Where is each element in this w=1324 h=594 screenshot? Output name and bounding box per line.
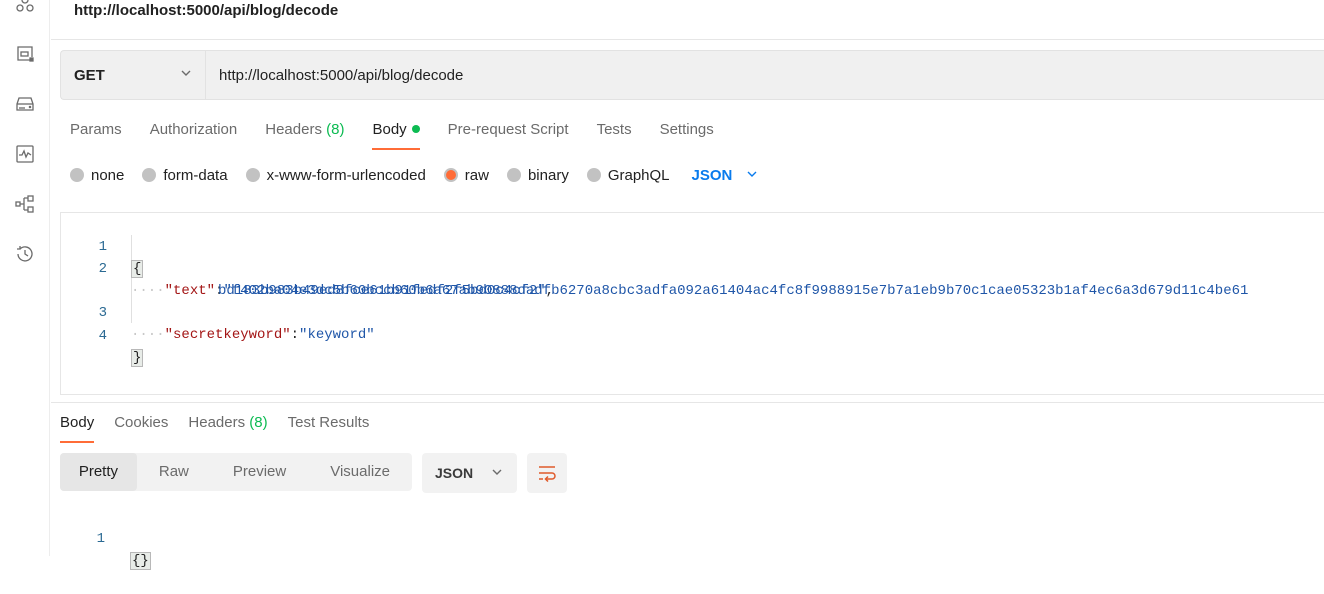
radio-circle[interactable] bbox=[70, 168, 84, 182]
json-value-secretkeyword: "keyword" bbox=[299, 327, 375, 343]
tab-label: Settings bbox=[659, 121, 714, 138]
radio-binary[interactable]: binary bbox=[506, 166, 569, 184]
view-preview-button[interactable]: Preview bbox=[211, 453, 308, 491]
indent-whitespace: ···· bbox=[131, 327, 165, 343]
code-line-2: 2 ····"text":"f402ba04e3dc5b60bccb60b6a6… bbox=[61, 236, 1249, 299]
radio-label: GraphQL bbox=[607, 166, 670, 184]
radio-label: none bbox=[91, 166, 125, 184]
response-tabs: Body Cookies Headers (8) Test Results bbox=[60, 411, 389, 443]
response-json-content: {} bbox=[130, 552, 151, 570]
url-bar: GET http://localhost:5000/api/blog/decod… bbox=[60, 50, 1324, 100]
environments-icon[interactable] bbox=[14, 43, 36, 65]
json-value-text-wrapped: bd183b983b49ed8fce61b91fedf2f5bd0c4cf2" bbox=[218, 283, 546, 299]
response-line-1: 1 {} bbox=[51, 506, 451, 570]
view-visualize-button[interactable]: Visualize bbox=[308, 453, 412, 491]
json-key-secretkeyword: "secretkeyword" bbox=[164, 327, 291, 343]
body-language-select[interactable]: JSON bbox=[692, 167, 759, 184]
request-body-editor[interactable]: 1 { 2 ····"text":"f402ba04e3dc5b60bccb60… bbox=[60, 212, 1324, 395]
body-indicator-dot bbox=[411, 125, 420, 133]
sidebar bbox=[0, 0, 50, 556]
tab-authorization[interactable]: Authorization bbox=[150, 118, 238, 150]
tab-label: Params bbox=[70, 121, 122, 138]
monitors-icon[interactable] bbox=[14, 143, 36, 165]
view-pretty-button[interactable]: Pretty bbox=[60, 453, 137, 491]
colon: : bbox=[290, 327, 300, 343]
tab-pre-request-script[interactable]: Pre-request Script bbox=[448, 118, 569, 150]
mock-servers-icon[interactable] bbox=[14, 93, 36, 115]
headers-count: (8) bbox=[326, 121, 345, 138]
tab-label: Headers bbox=[265, 121, 322, 138]
tab-label: Tests bbox=[596, 121, 632, 138]
code-line-3: 3 ····"secretkeyword":"keyword" bbox=[61, 280, 375, 343]
indent-whitespace: ···· bbox=[131, 283, 165, 299]
response-view-modes: Pretty Raw Preview Visualize bbox=[60, 453, 412, 491]
open-brace: { bbox=[131, 260, 144, 278]
line-number: 4 bbox=[98, 328, 107, 344]
body-type-options: none form-data x-www-form-urlencoded raw… bbox=[70, 163, 758, 187]
pane-divider[interactable] bbox=[51, 402, 1324, 403]
radio-raw[interactable]: raw bbox=[443, 166, 489, 184]
radio-circle-selected[interactable] bbox=[443, 168, 458, 182]
tab-label: Pre-request Script bbox=[447, 121, 569, 138]
url-input[interactable]: http://localhost:5000/api/blog/decode bbox=[206, 51, 1324, 99]
tab-headers[interactable]: Headers (8) bbox=[265, 118, 344, 150]
code-line-2-wrap: bd183b983b49ed8fce61b91fedf2f5bd0c4cf2", bbox=[61, 258, 554, 299]
radio-label: binary bbox=[527, 166, 569, 184]
response-language-select[interactable]: JSON bbox=[422, 453, 517, 493]
body-language-label: JSON bbox=[691, 166, 733, 184]
tab-body[interactable]: Body bbox=[372, 118, 420, 150]
method-label: GET bbox=[74, 66, 105, 84]
response-tab-test-results[interactable]: Test Results bbox=[288, 411, 370, 443]
tab-label: Body bbox=[372, 121, 407, 138]
tab-label: Authorization bbox=[149, 121, 238, 138]
response-tab-body[interactable]: Body bbox=[60, 411, 95, 443]
code-line-1: 1 { bbox=[61, 214, 144, 278]
radio-circle[interactable] bbox=[506, 168, 521, 182]
line-number: 1 bbox=[96, 531, 105, 547]
wrap-lines-button[interactable] bbox=[527, 453, 567, 493]
chevron-down-icon bbox=[732, 167, 758, 184]
code-line-4: 4 } bbox=[61, 303, 144, 367]
main-panel: http://localhost:5000/api/blog/decode GE… bbox=[51, 0, 1324, 570]
radio-label: raw bbox=[464, 166, 489, 184]
comma: , bbox=[545, 283, 555, 299]
json-key-text: "text" bbox=[164, 283, 216, 299]
radio-form-data[interactable]: form-data bbox=[142, 166, 228, 184]
method-select[interactable]: GET bbox=[61, 51, 206, 99]
request-title[interactable]: http://localhost:5000/api/blog/decode bbox=[74, 2, 338, 19]
radio-circle[interactable] bbox=[142, 168, 157, 182]
response-headers-count: (8) bbox=[249, 414, 268, 431]
response-language-label: JSON bbox=[435, 465, 474, 481]
flows-icon[interactable] bbox=[14, 193, 36, 215]
chevron-down-icon bbox=[473, 465, 503, 481]
apis-icon[interactable] bbox=[14, 0, 36, 18]
tab-params[interactable]: Params bbox=[70, 118, 122, 150]
tab-label: Cookies bbox=[114, 414, 169, 431]
radio-circle[interactable] bbox=[586, 168, 601, 182]
radio-graphql[interactable]: GraphQL bbox=[586, 166, 670, 184]
tab-tests[interactable]: Tests bbox=[597, 118, 632, 150]
tab-label: Body bbox=[60, 414, 95, 431]
chevron-down-icon bbox=[180, 66, 192, 84]
radio-x-www-form-urlencoded[interactable]: x-www-form-urlencoded bbox=[245, 166, 426, 184]
radio-none[interactable]: none bbox=[70, 167, 124, 184]
tab-label: Headers bbox=[188, 414, 246, 431]
wrap-lines-icon bbox=[539, 466, 556, 482]
history-icon[interactable] bbox=[14, 243, 36, 265]
request-header: http://localhost:5000/api/blog/decode bbox=[51, 0, 1324, 40]
radio-label: x-www-form-urlencoded bbox=[266, 166, 426, 184]
view-raw-button[interactable]: Raw bbox=[137, 453, 211, 491]
radio-circle[interactable] bbox=[245, 168, 260, 182]
tab-label: Test Results bbox=[287, 414, 370, 431]
tab-settings[interactable]: Settings bbox=[660, 118, 714, 150]
response-tab-headers[interactable]: Headers (8) bbox=[188, 411, 267, 443]
close-brace: } bbox=[131, 349, 144, 367]
request-tabs: Params Authorization Headers (8) Body Pr… bbox=[70, 118, 742, 150]
response-tab-cookies[interactable]: Cookies bbox=[114, 411, 168, 443]
radio-label: form-data bbox=[163, 166, 228, 184]
